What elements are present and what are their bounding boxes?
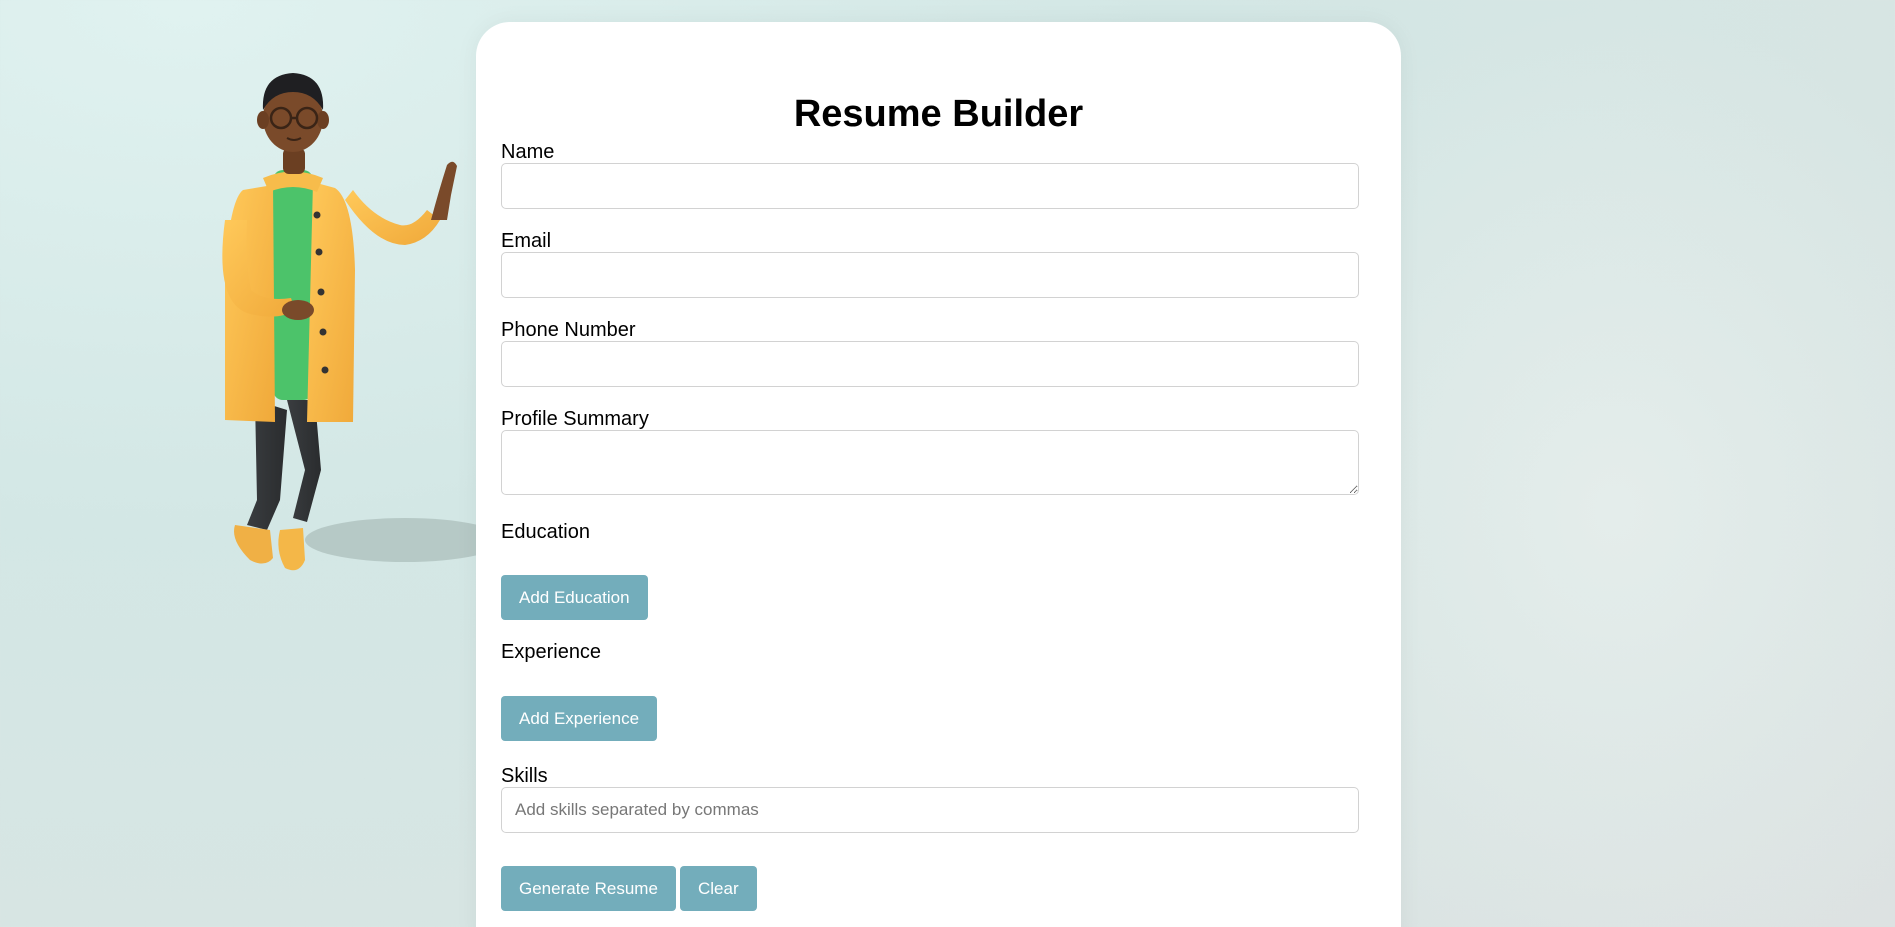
clear-button[interactable]: Clear [680,866,757,911]
phone-input[interactable] [501,341,1359,387]
email-label: Email [501,230,552,252]
profile-summary-label: Profile Summary [501,408,649,430]
email-input[interactable] [501,252,1359,298]
skills-input[interactable] [501,787,1359,833]
generate-resume-button[interactable]: Generate Resume [501,866,676,911]
name-label: Name [501,141,555,163]
add-experience-button[interactable]: Add Experience [501,696,658,741]
character-illustration [222,73,495,571]
add-education-button[interactable]: Add Education [501,575,648,620]
phone-label: Phone Number [501,319,636,341]
page-title: Resume Builder [793,93,1084,135]
resume-form-card: Resume Builder Name Email Phone Number P… [476,22,1401,927]
profile-summary-textarea[interactable] [501,430,1359,495]
skills-label: Skills [501,765,548,787]
experience-heading: Experience [501,641,602,663]
education-heading: Education [501,521,590,543]
name-input[interactable] [501,163,1359,209]
